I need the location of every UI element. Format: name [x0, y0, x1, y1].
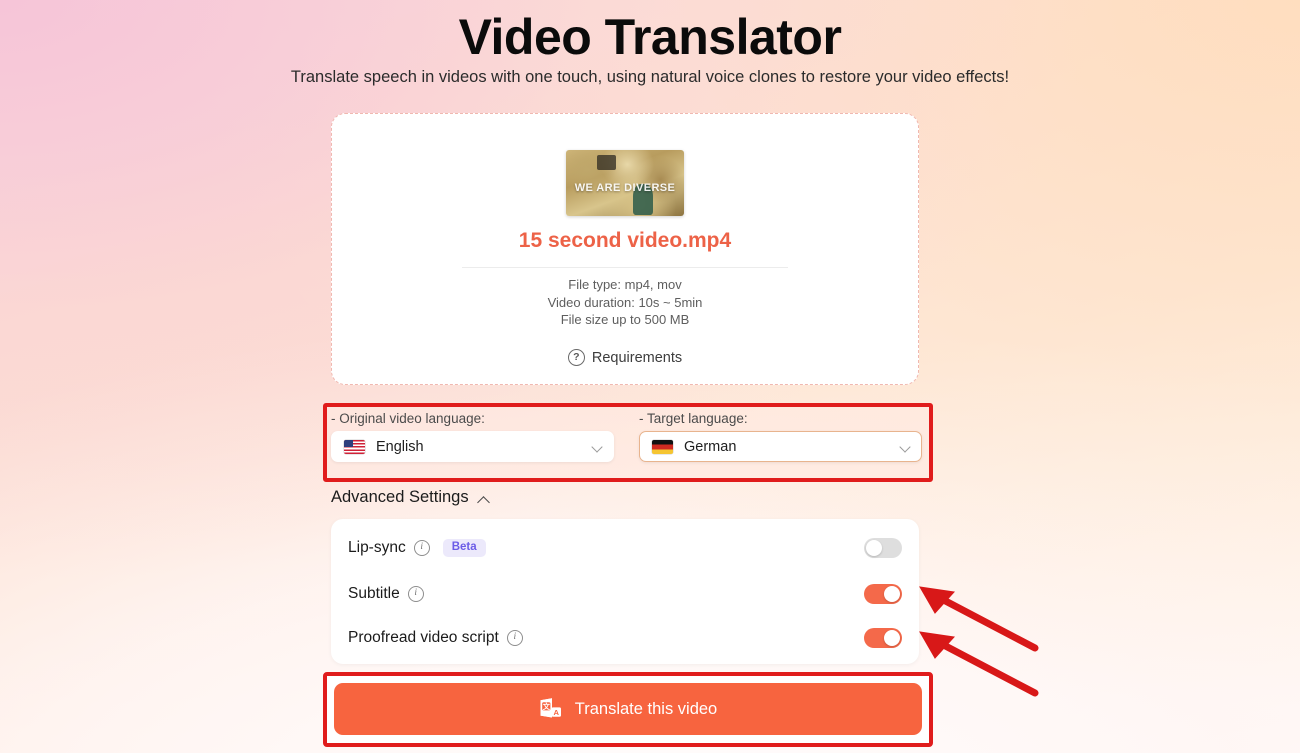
svg-text:A: A: [553, 708, 559, 717]
subtitle-toggle[interactable]: [864, 584, 902, 604]
video-translator-page: Video Translator Translate speech in vid…: [0, 0, 1300, 753]
meta-file-size: File size up to 500 MB: [560, 312, 690, 327]
video-thumbnail[interactable]: WE ARE DIVERSE: [566, 150, 684, 216]
lip-sync-label: Lip-sync: [348, 539, 406, 556]
file-requirements-text: File type: mp4, mov Video duration: 10s …: [332, 276, 918, 329]
chevron-up-icon: [478, 494, 490, 506]
chevron-down-icon: [900, 441, 911, 452]
translate-button-label: Translate this video: [574, 699, 718, 718]
target-language-value: German: [684, 438, 737, 455]
translate-this-video-button[interactable]: 文 A Translate this video: [334, 683, 922, 735]
proofread-video-script-label: Proofread video script: [348, 629, 499, 646]
toggle-knob: [884, 630, 900, 646]
target-language-group: - Target language: German: [639, 411, 922, 462]
uploaded-file-name: 15 second video.mp4: [518, 229, 732, 252]
info-icon[interactable]: i: [506, 630, 523, 646]
source-language-select[interactable]: English: [331, 431, 614, 462]
question-circle-icon: ?: [567, 349, 585, 366]
flag-de-icon: [652, 439, 673, 454]
advanced-settings-title: Advanced Settings: [331, 488, 469, 506]
page-title: Video Translator: [458, 9, 842, 65]
svg-text:文: 文: [541, 702, 550, 711]
meta-file-type: File type: mp4, mov: [568, 277, 682, 292]
requirements-label: Requirements: [591, 349, 683, 366]
advanced-settings-panel: Lip-sync i Beta Subtitle i Proofread vid…: [331, 519, 919, 664]
uploaded-file-card[interactable]: WE ARE DIVERSE 15 second video.mp4 File …: [331, 113, 919, 385]
beta-badge: Beta: [442, 539, 486, 557]
toggle-knob: [884, 586, 900, 602]
video-thumbnail-caption: WE ARE DIVERSE: [574, 181, 676, 194]
info-icon[interactable]: i: [413, 540, 430, 556]
flag-us-icon: [344, 439, 365, 454]
page-subtitle: Translate speech in videos with one touc…: [290, 68, 1010, 86]
translate-icon: 文 A: [540, 698, 561, 718]
info-icon[interactable]: i: [407, 586, 424, 602]
target-language-select[interactable]: German: [639, 431, 922, 462]
option-row-proofread-video-script: Proofread video script i: [348, 618, 902, 658]
chevron-down-icon: [592, 441, 603, 452]
meta-video-duration: Video duration: 10s ~ 5min: [547, 294, 703, 310]
lip-sync-toggle[interactable]: [864, 538, 902, 558]
option-row-subtitle: Subtitle i: [348, 574, 902, 614]
card-divider: [462, 267, 788, 268]
source-language-value: English: [376, 438, 424, 455]
toggle-knob: [866, 540, 882, 556]
subtitle-label: Subtitle: [348, 585, 400, 602]
target-language-label: - Target language:: [639, 411, 748, 426]
advanced-settings-toggle[interactable]: Advanced Settings: [331, 488, 490, 507]
source-language-label: - Original video language:: [331, 411, 485, 426]
requirements-link[interactable]: ? Requirements: [332, 349, 918, 366]
option-row-lip-sync: Lip-sync i Beta: [348, 528, 902, 568]
source-language-group: - Original video language: English: [331, 411, 614, 462]
proofread-video-script-toggle[interactable]: [864, 628, 902, 648]
